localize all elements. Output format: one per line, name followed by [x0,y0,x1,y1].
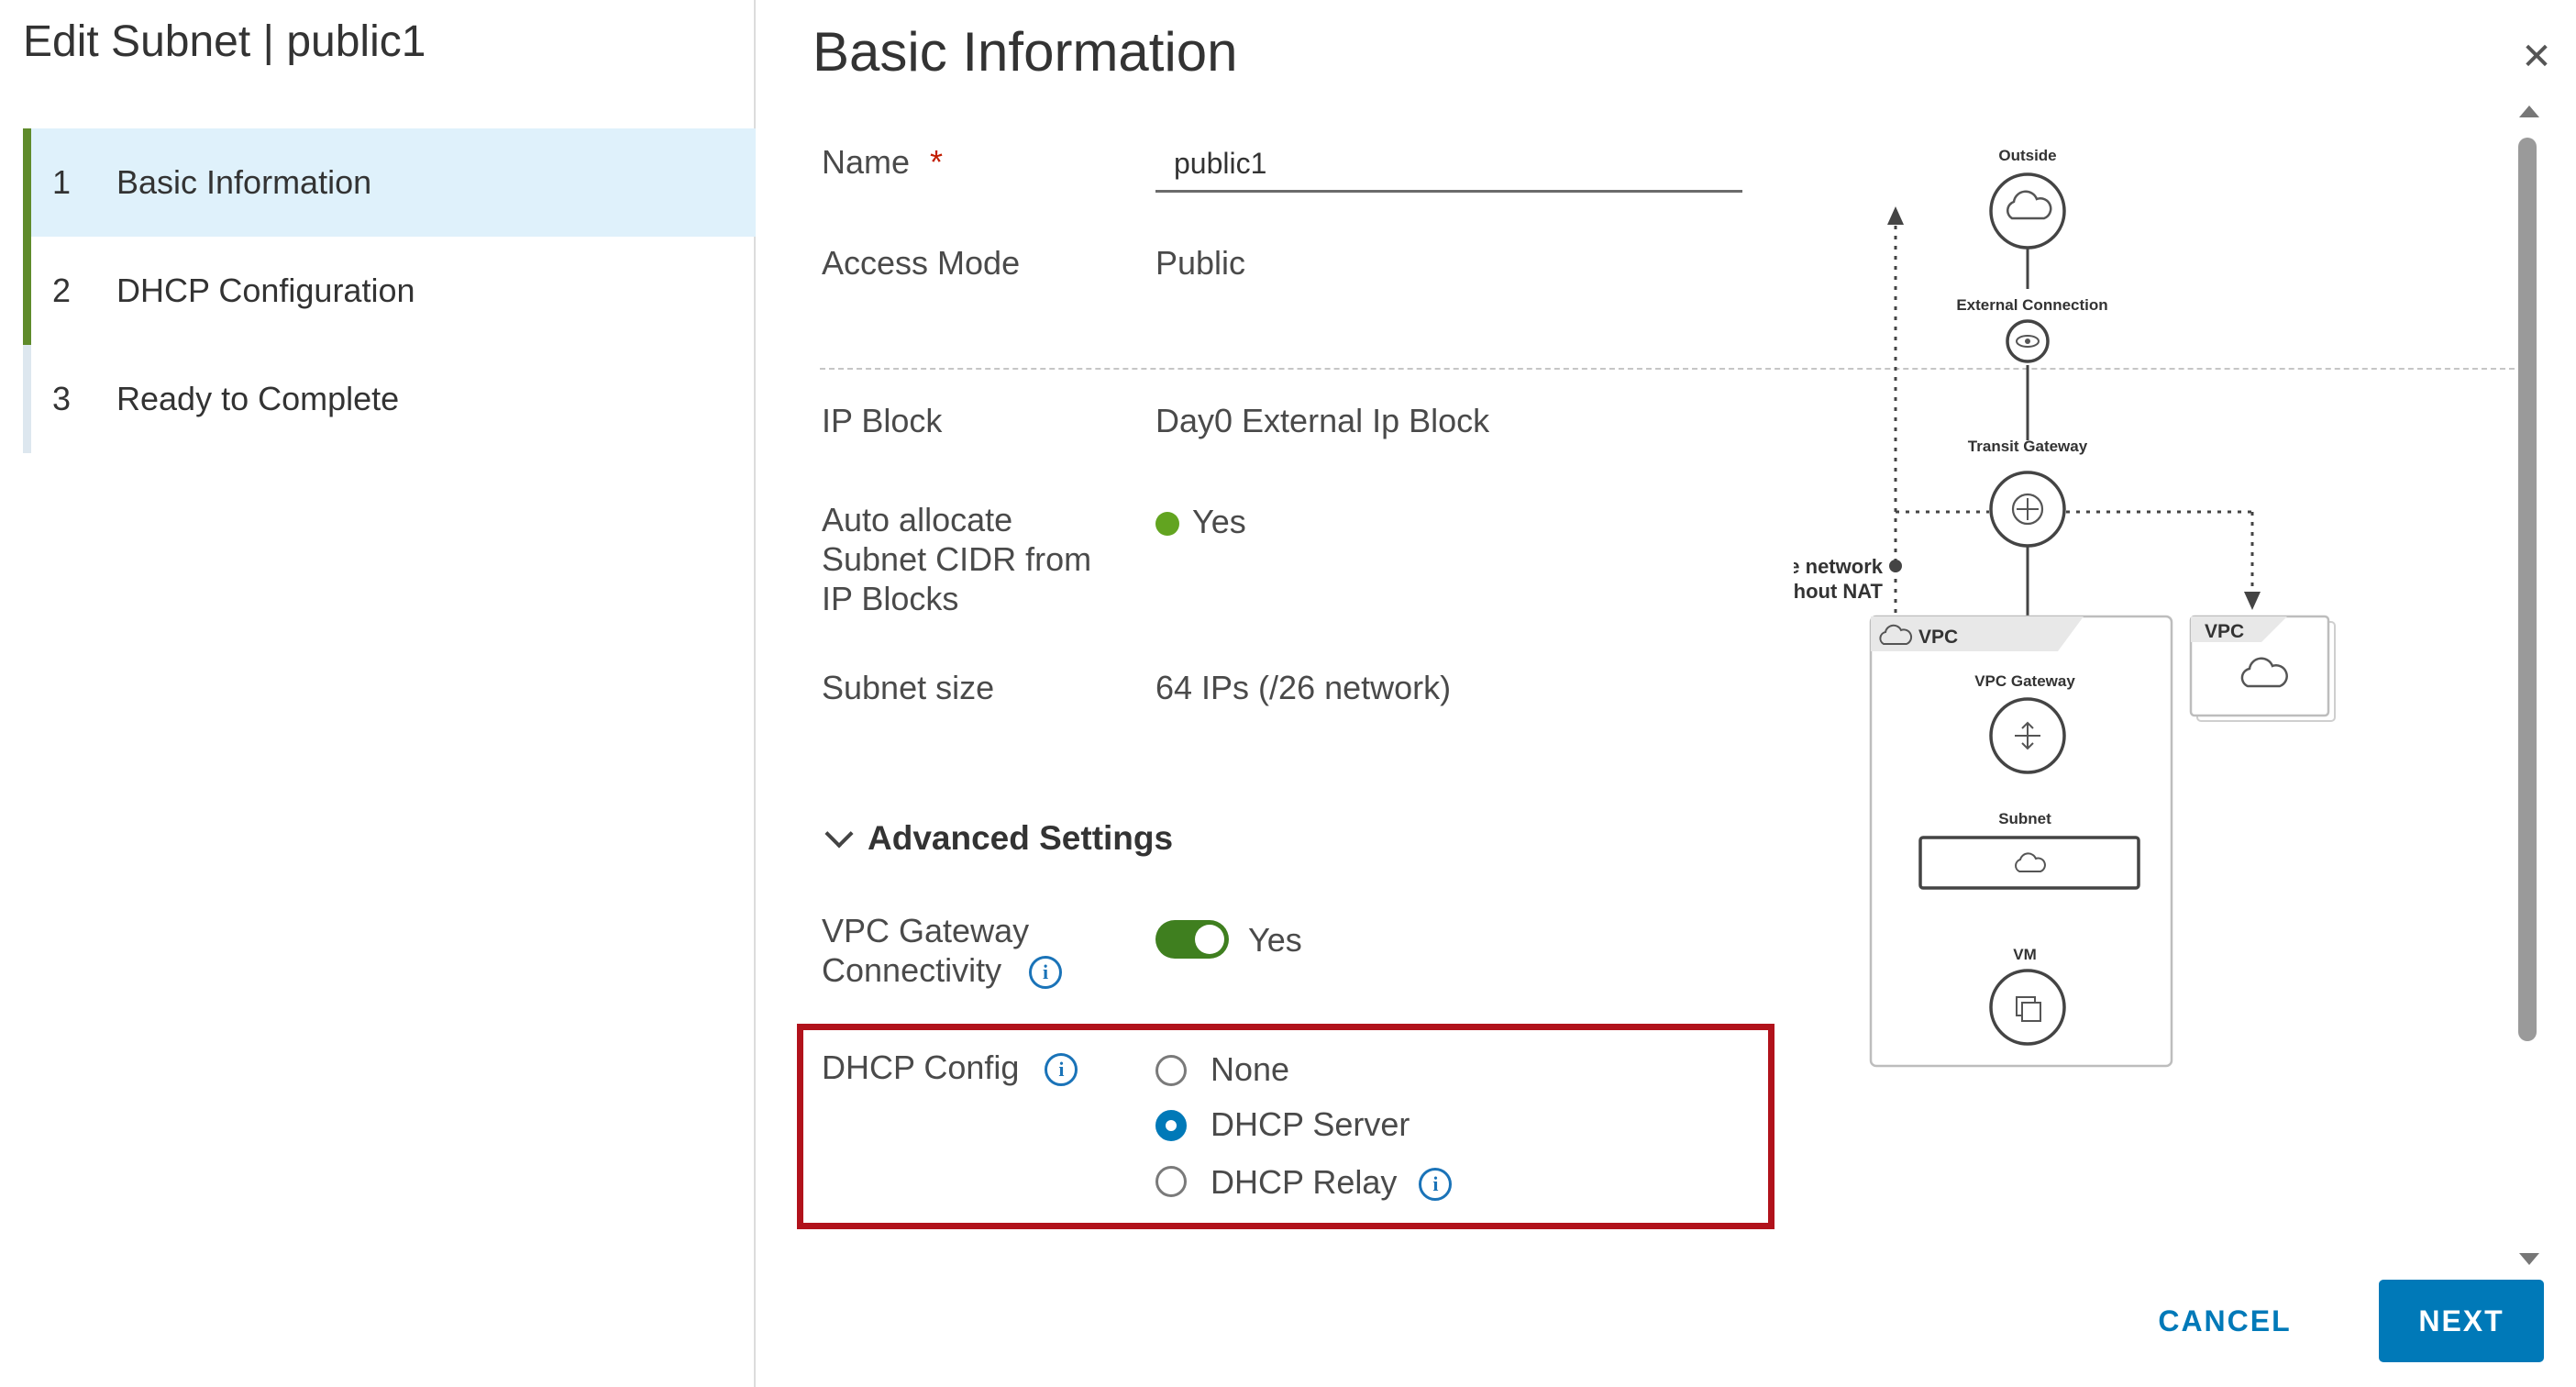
required-marker: * [930,143,944,181]
auto-allocate-text: Yes [1192,503,1246,540]
dhcp-none-label[interactable]: None [1211,1049,1289,1089]
ip-block-label: IP Block [822,402,943,439]
outside-node-icon [1989,172,2066,250]
dhcp-config-label: DHCP Config [822,1049,1020,1086]
vpc-gateway-label: VPC Gateway [1974,672,2075,690]
step-label: Ready to Complete [116,380,400,417]
auto-allocate-label: Auto allocate Subnet CIDR from IP Blocks [822,500,1091,618]
step-basic-information[interactable]: 1 Basic Information [23,128,756,237]
info-icon[interactable]: i [1029,956,1063,990]
step-number: 1 [52,163,72,201]
vpc-gateway-value: Yes [1248,921,1302,959]
cancel-button[interactable]: CANCEL [2133,1280,2316,1362]
scroll-up-arrow-icon[interactable] [2519,105,2539,117]
auto-allocate-label-line: Auto allocate [822,501,1013,538]
status-dot-icon [1155,512,1179,537]
transit-gateway-label: Transit Gateway [1968,438,2088,455]
accessible-network-label: Accessible network [1794,555,1884,578]
access-mode-label: Access Mode [822,244,1021,282]
name-input[interactable] [1155,138,1742,193]
step-ready-to-complete[interactable]: 3 Ready to Complete [23,345,756,453]
vpc-gateway-label-text: Connectivity [822,951,1002,989]
wizard-sidebar: Edit Subnet | public1 1 Basic Informatio… [0,0,756,1387]
vpc-secondary-label: VPC [2205,621,2244,642]
accessible-network-dot [1889,560,1902,572]
name-label-row: Name * [822,142,943,182]
vpc-label: VPC [1918,627,1958,648]
close-button[interactable]: ✕ [2518,39,2555,75]
vpc-gateway-connectivity-label: VPC Gateway Connectivity i [822,911,1063,990]
step-number: 2 [52,272,72,309]
vpc-gateway-label-line: VPC Gateway [822,912,1030,949]
auto-allocate-label-line: IP Blocks [822,580,959,617]
advanced-settings-label: Advanced Settings [868,819,1174,857]
dhcp-relay-label[interactable]: DHCP Relay [1211,1163,1397,1201]
ip-block-value: Day0 External Ip Block [1155,402,1490,439]
dhcp-server-label[interactable]: DHCP Server [1211,1104,1410,1144]
step-label: Basic Information [116,163,372,201]
auto-allocate-label-line: Subnet CIDR from [822,540,1092,578]
dhcp-relay-radio[interactable] [1155,1166,1187,1197]
dhcp-none-radio[interactable] [1155,1055,1187,1086]
step-label: DHCP Configuration [116,272,415,309]
subnet-size-label: Subnet size [822,669,995,706]
info-icon[interactable]: i [1045,1053,1078,1087]
access-mode-value: Public [1155,244,1246,282]
toggle-knob [1195,925,1224,954]
chevron-down-icon [824,819,854,849]
vpc-gateway-label-line: Connectivity i [822,950,1063,990]
next-button[interactable]: NEXT [2379,1280,2544,1362]
dhcp-config-label-row: DHCP Config i [822,1048,1078,1087]
name-label: Name [822,143,911,181]
accessible-network-label-line2: without NAT [1794,580,1884,603]
outside-label: Outside [1998,147,2056,164]
close-icon: ✕ [2521,37,2552,77]
subnet-icon [1918,836,2140,890]
scroll-down-arrow-icon[interactable] [2519,1253,2539,1265]
auto-allocate-value: Yes [1155,502,1246,541]
main-panel: Basic Information ✕ Name * Access Mode P… [757,0,2576,1387]
subnet-size-value: 64 IPs (/26 network) [1155,669,1452,706]
subnet-label: Subnet [1998,810,2051,827]
scrollbar-thumb[interactable] [2518,138,2537,1041]
vm-label: VM [2013,946,2037,963]
advanced-settings-toggle[interactable]: Advanced Settings [822,819,1173,858]
step-dhcp-configuration[interactable]: 2 DHCP Configuration [23,237,756,345]
vpc-tab [1871,616,2084,651]
section-title: Basic Information [813,21,1238,83]
step-number: 3 [52,380,72,417]
dialog-title: Edit Subnet | public1 [23,17,426,66]
info-icon[interactable]: i [1419,1168,1453,1202]
dhcp-relay-row: DHCP Relay i [1211,1162,1453,1202]
network-topology-diagram: Outside External Connection Transit Gate… [1794,147,2336,1068]
external-connection-label: External Connection [1956,296,2107,314]
wizard-steps: 1 Basic Information 2 DHCP Configuration… [23,128,756,453]
dhcp-server-radio[interactable] [1155,1110,1187,1141]
vpc-gateway-toggle[interactable] [1155,920,1229,959]
